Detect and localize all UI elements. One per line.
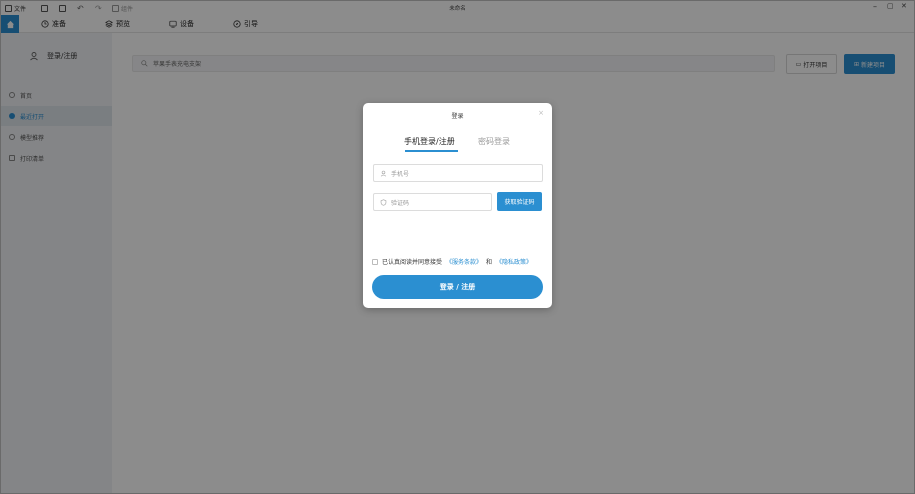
- tab-phone-login[interactable]: 手机登录/注册: [404, 136, 455, 147]
- privacy-link[interactable]: 《隐私政策》: [496, 257, 532, 266]
- agree-text: 已认真阅读并同意接受: [382, 259, 443, 266]
- user-icon: [380, 170, 387, 177]
- and-text: 和: [486, 259, 493, 266]
- login-register-button[interactable]: 登录 / 注册: [372, 275, 543, 299]
- verification-code-field[interactable]: 验证码: [373, 193, 492, 211]
- shield-icon: [380, 198, 387, 206]
- active-tab-indicator: [405, 150, 458, 152]
- code-placeholder: 验证码: [391, 199, 410, 207]
- get-code-button[interactable]: 获取验证码: [497, 192, 542, 211]
- phone-field[interactable]: 手机号: [373, 164, 543, 182]
- app-window: 文件 ↶ ↷ 组件 未命名 – ▢ ✕ 准备 预览 设备 引导 登录/注册 首页…: [0, 0, 915, 494]
- agreement-row: 已认真阅读并同意接受 《服务条款》 和 《隐私政策》: [372, 257, 532, 266]
- phone-placeholder: 手机号: [391, 170, 410, 178]
- close-icon[interactable]: ×: [538, 109, 544, 117]
- login-dialog: 登录 × 手机登录/注册 密码登录 手机号 验证码 获取验证码 已认真阅读并同意…: [363, 103, 552, 308]
- dialog-title: 登录: [451, 113, 464, 120]
- terms-link[interactable]: 《服务条款》: [446, 257, 482, 266]
- agree-checkbox[interactable]: [372, 258, 378, 265]
- tab-password-login[interactable]: 密码登录: [478, 136, 510, 147]
